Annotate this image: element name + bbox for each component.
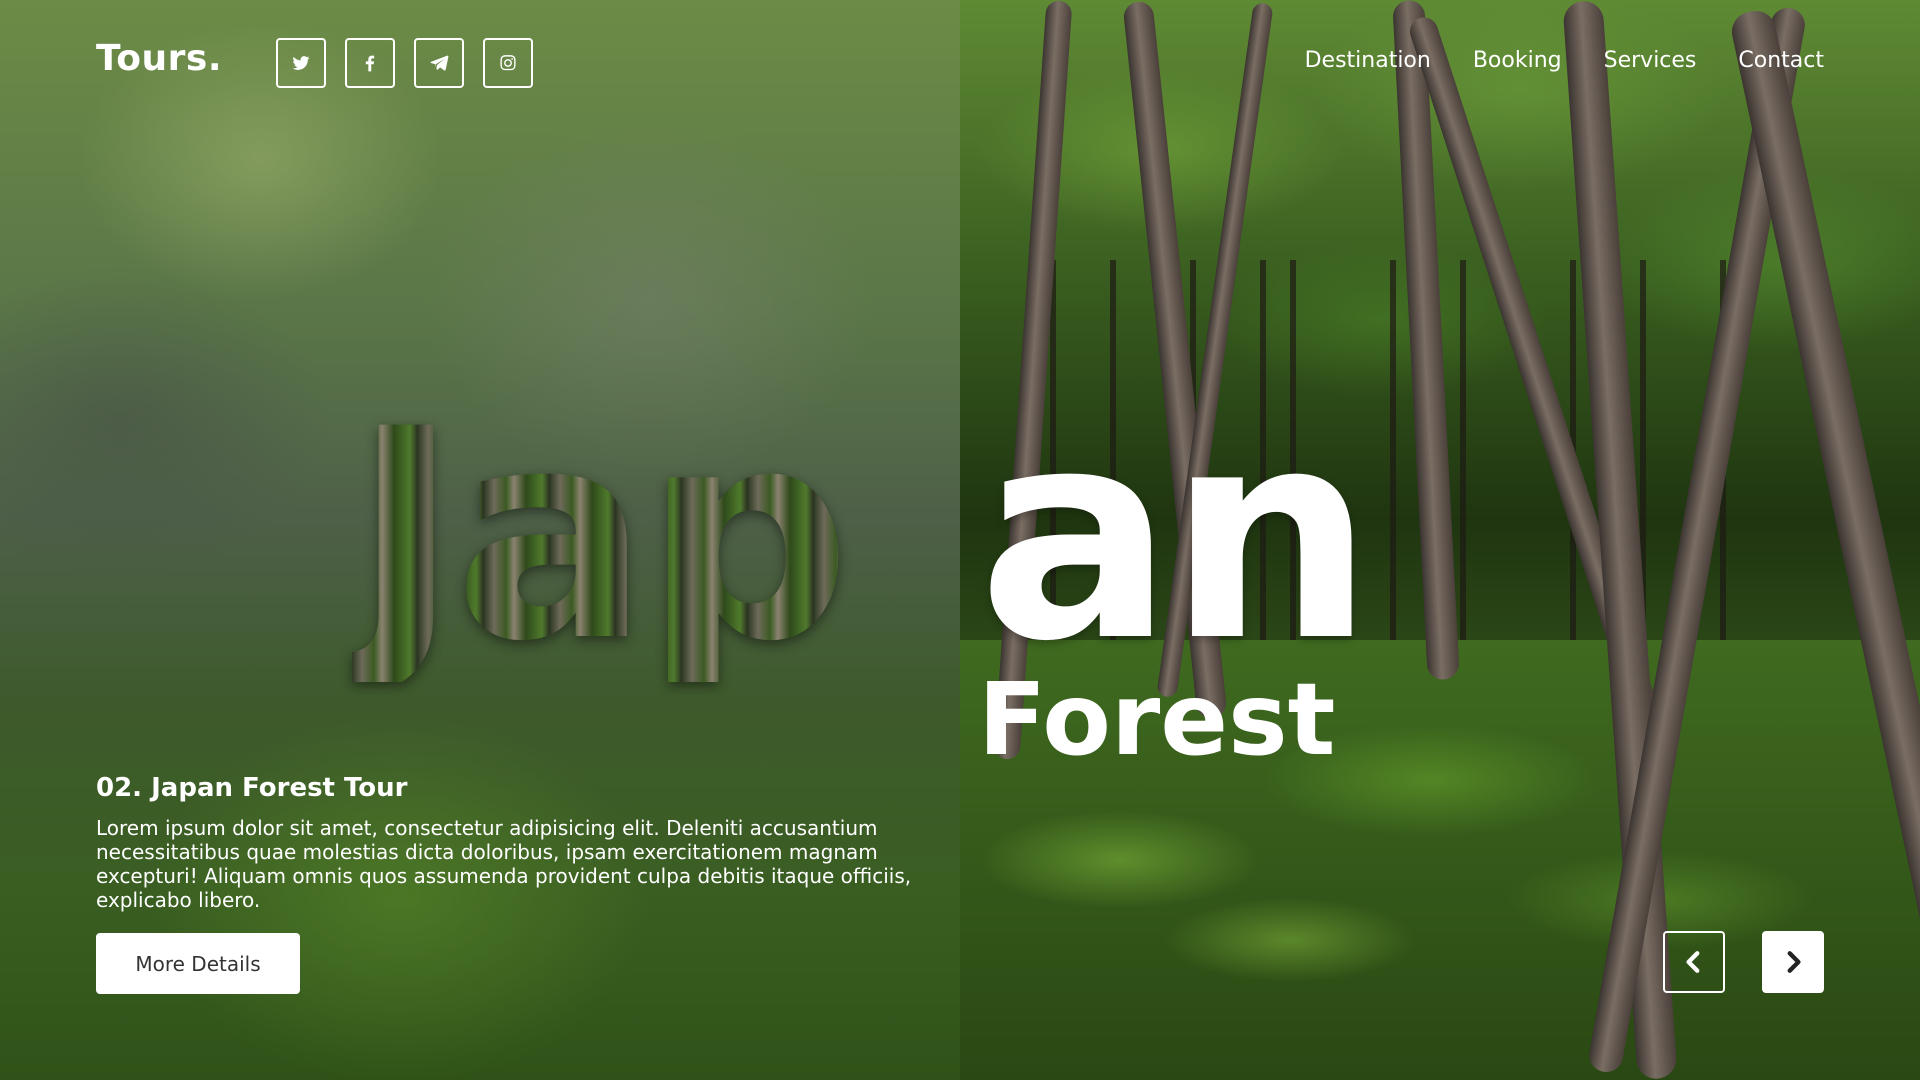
main-nav: Destination Booking Services Contact (1305, 48, 1824, 73)
headline-part-2: an (978, 368, 1374, 705)
nav-destination[interactable]: Destination (1305, 48, 1431, 73)
more-details-button[interactable]: More Details (96, 933, 300, 994)
nav-contact[interactable]: Contact (1738, 48, 1824, 73)
tour-description: Lorem ipsum dolor sit amet, consectetur … (96, 816, 912, 912)
tour-title: 02. Japan Forest Tour (96, 773, 408, 803)
twitter-button[interactable] (276, 38, 326, 88)
social-links (276, 38, 533, 88)
instagram-button[interactable] (483, 38, 533, 88)
hero-page: Tours. Destination Booking Services Cont… (0, 0, 1920, 1080)
telegram-button[interactable] (414, 38, 464, 88)
headline-forest: Forest (978, 661, 1336, 778)
facebook-icon (365, 55, 375, 72)
headline-part-1: Jap (352, 368, 851, 705)
twitter-icon (292, 56, 310, 70)
facebook-button[interactable] (345, 38, 395, 88)
next-slide-button[interactable] (1762, 931, 1824, 993)
chevron-left-icon (1686, 951, 1700, 973)
nav-booking[interactable]: Booking (1473, 48, 1562, 73)
telegram-icon (430, 55, 449, 71)
nav-services[interactable]: Services (1604, 48, 1697, 73)
chevron-right-icon (1787, 951, 1801, 973)
instagram-icon (500, 55, 516, 71)
site-logo[interactable]: Tours. (96, 38, 222, 79)
prev-slide-button[interactable] (1663, 931, 1725, 993)
